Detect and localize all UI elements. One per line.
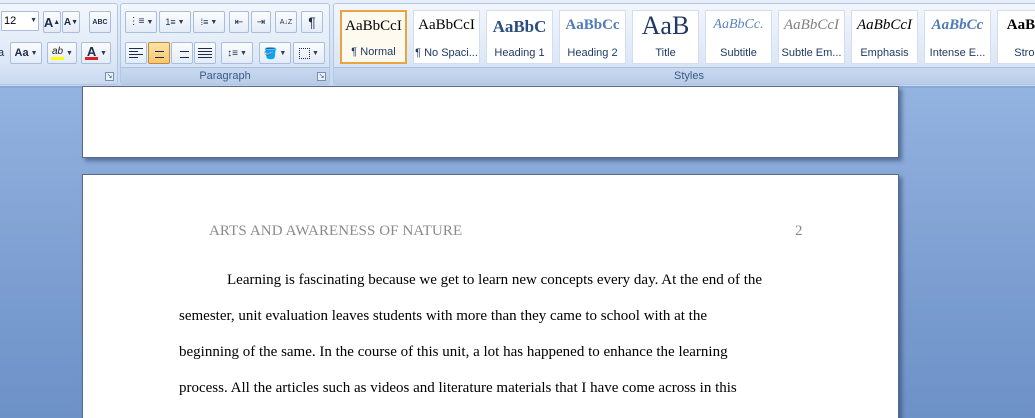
style-tile[interactable]: AaBbCcI ¶ No Spaci... <box>413 10 480 64</box>
body-text[interactable]: Learning is fascinating because we get t… <box>179 272 819 416</box>
style-tile[interactable]: AaBbCc Heading 2 <box>559 10 626 64</box>
style-preview: AaBbCc <box>565 17 620 33</box>
paragraph-group: ⋮≡ ▼ 1≡ ▼ ⁞≡ ▼ ⇤ ⇥ A↓Z ¶ ↕≡ ▼ 🪣 ▼ ▼ Para… <box>120 3 330 85</box>
align-right-button[interactable] <box>171 42 193 64</box>
style-preview: AaBbCcI <box>418 17 475 33</box>
partial-font-button[interactable]: a <box>0 42 7 64</box>
style-preview: AaB <box>641 11 690 40</box>
body-line: beginning of the same. In the course of … <box>179 344 728 360</box>
font-size-value: 12 <box>4 15 17 27</box>
style-tile[interactable]: AaBbCcI ¶ Normal <box>340 10 407 64</box>
style-name: Subtitle <box>720 47 757 59</box>
paint-bucket-icon: 🪣 <box>263 47 278 60</box>
font-group: 12 ▼ A ▲ A ▼ ABC a Aa ▼ ab ▼ A ▼ ↘ <box>0 3 118 85</box>
numbered-list-icon: 1≡ <box>165 17 176 27</box>
multilevel-list-icon: ⁞≡ <box>200 17 209 27</box>
style-preview: AaBbCcI <box>784 17 839 33</box>
show-formatting-button[interactable]: ¶ <box>301 11 323 33</box>
style-name: ¶ Normal <box>351 46 396 58</box>
style-name: Heading 2 <box>567 47 618 59</box>
style-name: Subtle Em... <box>781 47 842 59</box>
border-grid-icon <box>299 47 311 59</box>
style-tile[interactable]: AaBbCcI Subtle Em... <box>778 10 845 64</box>
body-line: process. All the articles such as videos… <box>179 380 737 396</box>
style-name: Strong <box>1014 47 1035 59</box>
align-center-button[interactable] <box>148 42 170 64</box>
decrease-indent-icon: ⇤ <box>234 16 244 28</box>
style-preview: AaBbC <box>492 17 547 36</box>
style-tile[interactable]: AaBbCcI Emphasis <box>851 10 918 64</box>
style-name: Intense E... <box>929 47 986 59</box>
document-area[interactable]: ARTS AND AWARENESS OF NATURE 2 Learning … <box>0 86 1035 418</box>
paragraph-group-label: Paragraph <box>121 67 329 84</box>
styles-group: AaBbCcI ¶ Normal AaBbCcI ¶ No Spaci... AaBbC… <box>333 3 1035 85</box>
clear-formatting-button[interactable]: ABC <box>89 11 111 33</box>
grow-font-icon: A <box>43 14 54 30</box>
paragraph-dialog-launcher[interactable]: ↘ <box>317 72 326 81</box>
justify-button[interactable] <box>194 42 216 64</box>
style-tile[interactable]: AaBbCc Intense E... <box>924 10 991 64</box>
numbering-button[interactable]: 1≡ ▼ <box>159 11 191 33</box>
current-page[interactable]: ARTS AND AWARENESS OF NATURE 2 Learning … <box>82 174 899 418</box>
clear-formatting-icon: ABC <box>92 18 108 26</box>
decrease-indent-button[interactable]: ⇤ <box>229 11 249 33</box>
body-line: Learning is fascinating because we get t… <box>227 272 763 288</box>
style-name: Title <box>655 47 676 59</box>
style-name: Emphasis <box>860 47 909 59</box>
change-case-button[interactable]: Aa ▼ <box>10 42 42 64</box>
style-tile[interactable]: AaBbCc. Subtitle <box>705 10 772 64</box>
previous-page[interactable] <box>82 86 899 158</box>
align-center-icon <box>152 48 166 58</box>
font-color-icon: A <box>85 44 99 60</box>
body-line: semester, unit evaluation leaves student… <box>179 308 708 324</box>
style-preview: AaBbCc. <box>713 17 764 32</box>
font-size-input[interactable]: 12 ▼ <box>1 11 39 31</box>
style-name: ¶ No Spaci... <box>415 47 478 59</box>
style-preview: AaBbCcI <box>857 17 912 33</box>
align-right-icon <box>175 48 189 58</box>
style-tile[interactable]: AaB Title <box>632 10 699 64</box>
highlight-color-bar <box>51 56 65 60</box>
font-color-bar <box>85 57 99 60</box>
page-number: 2 <box>795 223 803 239</box>
line-spacing-button[interactable]: ↕≡ ▼ <box>221 42 253 64</box>
pilcrow-icon: ¶ <box>308 14 316 30</box>
partial-font-label: a <box>0 47 5 59</box>
font-dialog-launcher[interactable]: ↘ <box>105 72 114 81</box>
increase-indent-button[interactable]: ⇥ <box>251 11 271 33</box>
shrink-font-button[interactable]: A ▼ <box>62 11 80 33</box>
style-preview: AaBbCcI <box>345 18 402 34</box>
style-name: Heading 1 <box>494 47 545 59</box>
line-spacing-icon: ↕≡ <box>227 47 238 59</box>
sort-icon: A↓Z <box>279 18 293 26</box>
change-case-icon: Aa <box>14 47 29 59</box>
style-preview: AaBbC <box>1006 17 1035 33</box>
running-head: ARTS AND AWARENESS OF NATURE <box>209 223 463 239</box>
highlighter-icon: ab <box>51 46 65 60</box>
align-left-button[interactable] <box>125 42 147 64</box>
grow-font-button[interactable]: A ▲ <box>43 11 61 33</box>
styles-group-label: Styles <box>334 67 1035 84</box>
style-preview: AaBbCc <box>931 17 984 33</box>
shrink-font-icon: A <box>63 16 72 28</box>
style-tile[interactable]: AaBbC Strong <box>997 10 1035 64</box>
align-left-icon <box>129 48 143 58</box>
borders-button[interactable]: ▼ <box>293 42 325 64</box>
justify-icon <box>198 48 212 58</box>
chevron-down-icon[interactable]: ▼ <box>30 12 37 30</box>
styles-gallery: AaBbCcI ¶ Normal AaBbCcI ¶ No Spaci... AaBbC… <box>340 8 1035 66</box>
bullets-button[interactable]: ⋮≡ ▼ <box>125 11 157 33</box>
multilevel-list-button[interactable]: ⁞≡ ▼ <box>193 11 225 33</box>
increase-indent-icon: ⇥ <box>256 16 266 28</box>
highlight-button[interactable]: ab ▼ <box>47 42 77 64</box>
ribbon: 12 ▼ A ▲ A ▼ ABC a Aa ▼ ab ▼ A ▼ ↘ ⋮≡ ▼ … <box>0 0 1035 87</box>
bullet-list-icon: ⋮≡ <box>128 16 145 27</box>
style-tile[interactable]: AaBbC Heading 1 <box>486 10 553 64</box>
sort-button[interactable]: A↓Z <box>275 11 297 33</box>
font-color-button[interactable]: A ▼ <box>81 42 111 64</box>
shading-button[interactable]: 🪣 ▼ <box>259 42 291 64</box>
